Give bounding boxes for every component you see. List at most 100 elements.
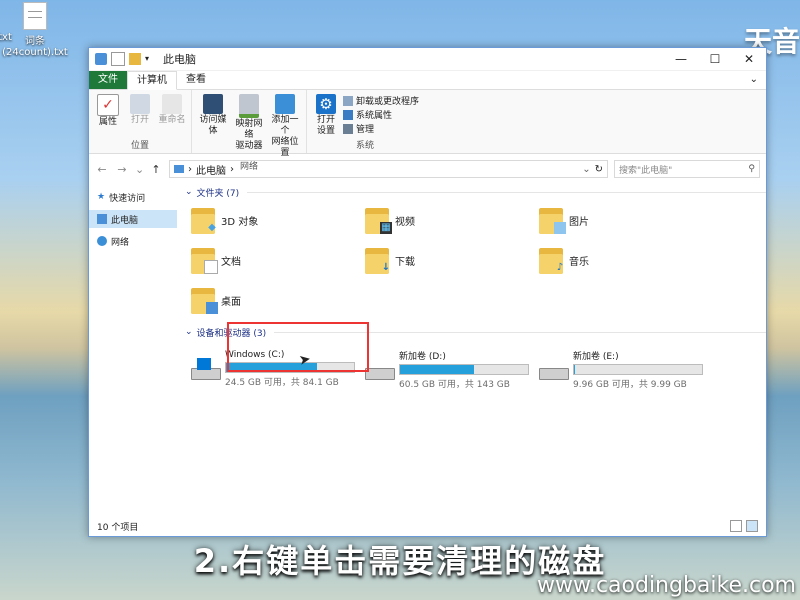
large-icons-view-icon[interactable] <box>746 520 758 532</box>
drive-e[interactable]: 新加卷 (E:) 9.96 GB 可用，共 9.99 GB <box>539 345 713 393</box>
drive-d[interactable]: 新加卷 (D:) 60.5 GB 可用，共 143 GB <box>365 345 539 393</box>
open-icon <box>130 94 150 114</box>
folder-label: 3D 对象 <box>221 216 259 228</box>
drive-free-space: 60.5 GB 可用，共 143 GB <box>399 379 510 390</box>
properties-button[interactable]: ✓ 属性 <box>93 92 123 138</box>
folder-label: 视频 <box>395 216 415 228</box>
drive-name: 新加卷 (D:) <box>399 351 446 362</box>
drive-free-space: 24.5 GB 可用，共 84.1 GB <box>225 378 339 388</box>
highlight-box <box>227 322 369 372</box>
desktop-file[interactable]: 词条 (24count).txt <box>0 0 70 58</box>
folders-grid: ◆ 3D 对象 ▦ 视频 图片 文档 ↓ 下载 ♪ 音乐 桌面 <box>185 199 766 317</box>
folder-downloads[interactable]: ↓ 下载 <box>365 243 539 277</box>
drive-name: 新加卷 (E:) <box>573 351 619 362</box>
refresh-icon[interactable]: ↻ <box>595 164 603 175</box>
view-switcher <box>730 520 758 532</box>
open-button[interactable]: 打开 <box>125 92 155 138</box>
folder-videos[interactable]: ▦ 视频 <box>365 203 539 237</box>
uninstall-program-link[interactable]: 卸载或更改程序 <box>343 94 419 107</box>
drive-usage-bar <box>399 363 529 375</box>
tab-view[interactable]: 查看 <box>177 71 215 89</box>
folder-label: 图片 <box>569 216 589 228</box>
close-button[interactable]: ✕ <box>732 48 766 70</box>
ribbon: ✓ 属性 打开 重命名 位置 访问媒体 映射网络 驱动器 添加一个 网络位置 网… <box>89 90 766 172</box>
quick-access-toolbar: ▾ <box>89 52 157 66</box>
system-links: 卸载或更改程序 系统属性 管理 <box>343 92 419 138</box>
folder-pictures[interactable]: 图片 <box>539 203 713 237</box>
cube-icon: ◆ <box>208 222 216 233</box>
ribbon-tabs: 文件 计算机 查看 ⌄ <box>89 71 766 90</box>
rename-button[interactable]: 重命名 <box>157 92 187 138</box>
rename-label: 重命名 <box>158 115 186 125</box>
network-drive-icon <box>239 94 259 118</box>
recent-chevron-icon[interactable]: ⌄ <box>135 163 144 176</box>
folder-documents[interactable]: 文档 <box>191 243 365 277</box>
navigation-pane: ★ 快速访问 此电脑 网络 <box>89 180 177 521</box>
manage-link[interactable]: 管理 <box>343 122 419 135</box>
drive-usage-fill <box>400 364 475 374</box>
access-media-button[interactable]: 访问媒体 <box>196 92 230 159</box>
properties-check-icon: ✓ <box>97 94 119 116</box>
map-network-drive-button[interactable]: 映射网络 驱动器 <box>232 92 266 159</box>
forward-arrow-icon[interactable]: → <box>115 163 129 176</box>
computer-icon <box>97 214 107 224</box>
folder-icon: ♪ <box>539 246 563 274</box>
nav-item-quick-access[interactable]: ★ 快速访问 <box>89 188 177 206</box>
window-title: 此电脑 <box>163 53 196 66</box>
access-media-label: 访问媒体 <box>199 115 227 136</box>
chevron-down-icon[interactable]: ▾ <box>145 53 157 65</box>
window-controls: — ☐ ✕ <box>664 48 766 70</box>
expand-ribbon-button[interactable]: ⌄ <box>742 71 766 89</box>
map-network-drive-label: 映射网络 驱动器 <box>235 119 263 151</box>
open-settings-button[interactable]: ⚙ 打开 设置 <box>311 92 341 138</box>
folders-header-label: 文件夹 (7) <box>196 188 240 199</box>
hard-drive-icon <box>365 358 395 380</box>
address-dropdown-icon[interactable]: ⌄ <box>582 164 590 175</box>
search-input[interactable]: 搜索"此电脑" ⚲ <box>614 160 760 178</box>
open-label: 打开 <box>130 115 149 125</box>
properties-label: 属性 <box>98 117 117 127</box>
status-bar: 10 个项目 <box>89 516 766 536</box>
chevron-down-icon: ⌄ <box>749 74 758 85</box>
windows-drive-icon <box>191 358 221 380</box>
drive-info: 新加卷 (E:) 9.96 GB 可用，共 9.99 GB <box>573 349 703 390</box>
minimize-button[interactable]: — <box>664 48 698 70</box>
ribbon-group-system: ⚙ 打开 设置 卸载或更改程序 系统属性 管理 系统 <box>307 90 423 153</box>
nav-label-quick-access: 快速访问 <box>109 193 146 204</box>
nav-item-this-pc[interactable]: 此电脑 <box>89 210 177 228</box>
breadcrumb-sep-icon: › <box>230 163 234 175</box>
details-view-icon[interactable] <box>730 520 742 532</box>
system-properties-link[interactable]: 系统属性 <box>343 108 419 121</box>
up-arrow-icon[interactable]: ↑ <box>149 163 163 176</box>
drive-free-space: 9.96 GB 可用，共 9.99 GB <box>573 379 687 390</box>
address-row: ← → ⌄ ↑ › 此电脑 › ⌄ ↻ 搜索"此电脑" ⚲ <box>89 158 766 180</box>
gear-icon: ⚙ <box>316 94 336 114</box>
tab-file[interactable]: 文件 <box>89 71 127 89</box>
text-file-icon <box>23 2 47 30</box>
properties-icon[interactable] <box>111 52 125 66</box>
folder-3d-objects[interactable]: ◆ 3D 对象 <box>191 203 365 237</box>
tab-computer[interactable]: 计算机 <box>127 71 177 90</box>
nav-item-network[interactable]: 网络 <box>89 232 177 250</box>
folder-music[interactable]: ♪ 音乐 <box>539 243 713 277</box>
folder-icon: ▦ <box>365 206 392 234</box>
folder-desktop[interactable]: 桌面 <box>191 283 365 317</box>
add-network-location-button[interactable]: 添加一个 网络位置 <box>268 92 302 159</box>
maximize-button[interactable]: ☐ <box>698 48 732 70</box>
new-folder-icon[interactable] <box>129 53 141 65</box>
breadcrumb-this-pc[interactable]: 此电脑 <box>196 162 226 177</box>
desktop-icon <box>206 302 218 314</box>
manage-icon <box>343 123 353 134</box>
drive-info: 新加卷 (D:) 60.5 GB 可用，共 143 GB <box>399 349 529 390</box>
address-bar[interactable]: › 此电脑 › ⌄ ↻ <box>169 160 608 178</box>
folder-label: 桌面 <box>221 296 241 308</box>
music-note-icon: ♪ <box>556 262 564 273</box>
windows-logo-icon <box>197 358 211 370</box>
back-arrow-icon[interactable]: ← <box>95 163 109 176</box>
folder-icon[interactable] <box>95 53 107 65</box>
film-icon: ▦ <box>380 222 392 234</box>
rename-icon <box>162 94 182 114</box>
system-properties-label: 系统属性 <box>356 111 393 121</box>
folder-label: 文档 <box>221 256 241 268</box>
folders-section-header[interactable]: ⌄ 文件夹 (7) <box>185 185 766 199</box>
